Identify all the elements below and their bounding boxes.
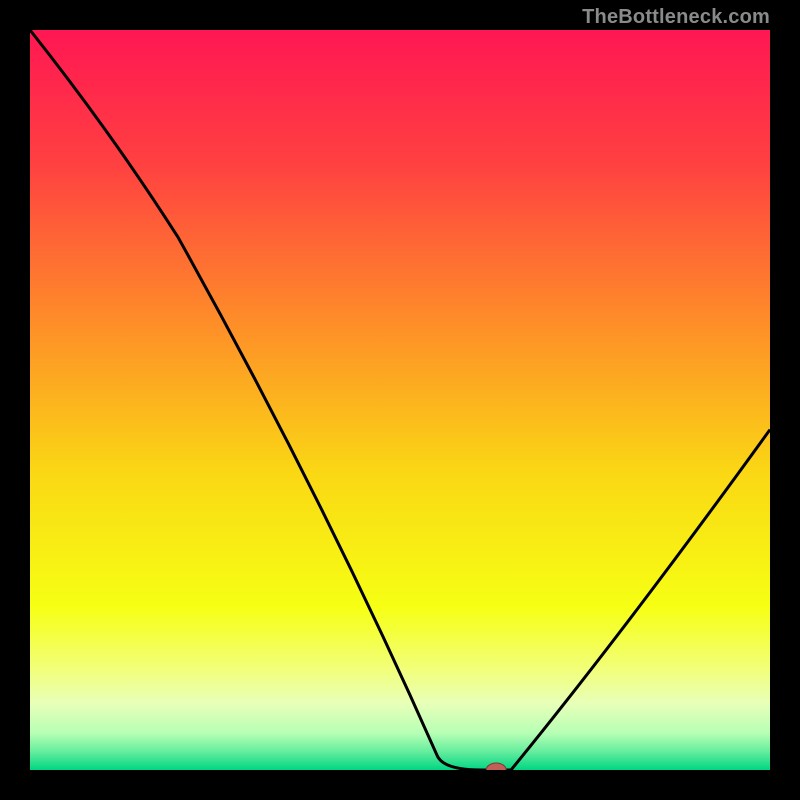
watermark-text: TheBottleneck.com (582, 6, 770, 29)
gradient-bg (30, 30, 770, 770)
chart-frame: TheBottleneck.com (0, 0, 800, 800)
chart-svg (30, 30, 770, 770)
